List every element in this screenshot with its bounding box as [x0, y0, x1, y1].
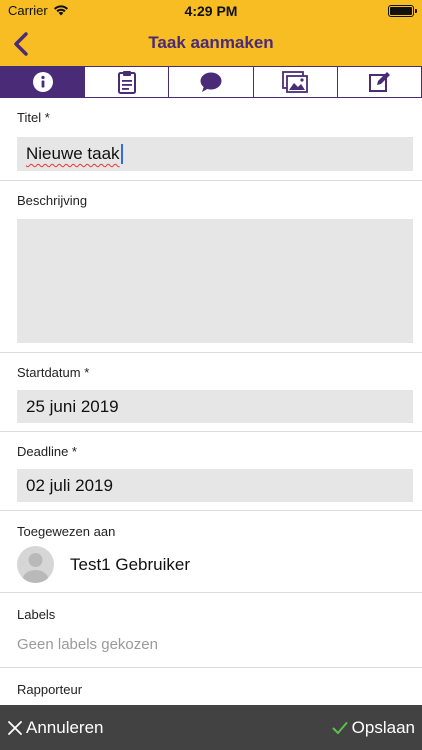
tab-media[interactable]: [254, 67, 338, 97]
navigation-bar: Taak aanmaken: [0, 22, 422, 66]
start-date-field[interactable]: 25 juni 2019: [17, 390, 413, 423]
start-date-section: Startdatum * 25 juni 2019: [0, 353, 422, 432]
assigned-label: Toegewezen aan: [17, 524, 116, 539]
tab-edit[interactable]: [338, 67, 421, 97]
reporter-label: Rapporteur: [17, 682, 83, 697]
user-placeholder-icon: [22, 553, 49, 583]
labels-empty-text[interactable]: Geen labels gekozen: [17, 636, 158, 653]
tab-checklist[interactable]: [85, 67, 170, 97]
assigned-user[interactable]: Test1 Gebruiker: [70, 555, 190, 575]
title-input[interactable]: Nieuwe taak: [17, 137, 413, 171]
clipboard-icon: [117, 71, 136, 94]
chat-bubble-icon: [200, 72, 222, 92]
battery-icon: [388, 5, 417, 17]
top-bar: Carrier 4:29 PM Taak aanmaken: [0, 0, 422, 66]
deadline-value: 02 juli 2019: [26, 475, 113, 495]
title-value: Nieuwe taak: [26, 144, 120, 163]
cancel-button[interactable]: Annuleren: [8, 705, 104, 750]
deadline-field[interactable]: 02 juli 2019: [17, 469, 413, 502]
info-icon: [32, 72, 53, 92]
edit-icon: [369, 72, 391, 92]
cancel-label: Annuleren: [26, 717, 104, 737]
deadline-label: Deadline *: [17, 444, 77, 459]
avatar: [17, 546, 54, 583]
text-cursor: [120, 144, 123, 164]
labels-label: Labels: [17, 607, 56, 622]
reporter-section: Rapporteur: [0, 668, 422, 708]
start-date-value: 25 juni 2019: [26, 396, 119, 416]
checkmark-icon: [332, 721, 348, 734]
close-icon: [8, 720, 22, 735]
save-button[interactable]: Opslaan: [332, 705, 415, 750]
tab-comments[interactable]: [169, 67, 254, 97]
labels-section: Labels Geen labels gekozen: [0, 593, 422, 668]
start-date-label: Startdatum *: [17, 365, 90, 380]
status-bar: Carrier 4:29 PM: [0, 0, 422, 22]
tab-bar: [0, 66, 422, 98]
tab-info[interactable]: [1, 67, 86, 97]
assigned-section: Toegewezen aan Test1 Gebruiker: [0, 511, 422, 593]
save-label: Opslaan: [351, 717, 415, 737]
deadline-section: Deadline * 02 juli 2019: [0, 432, 422, 511]
title-section: Titel * Nieuwe taak: [0, 98, 422, 181]
image-gallery-icon: [282, 71, 309, 93]
bottom-action-bar: Annuleren Opslaan: [0, 705, 422, 750]
title-label: Titel *: [17, 110, 50, 125]
page-title: Taak aanmaken: [148, 33, 274, 52]
description-input[interactable]: [17, 219, 413, 343]
description-section: Beschrijving: [0, 181, 422, 353]
status-time: 4:29 PM: [184, 3, 238, 19]
description-label: Beschrijving: [17, 193, 88, 208]
